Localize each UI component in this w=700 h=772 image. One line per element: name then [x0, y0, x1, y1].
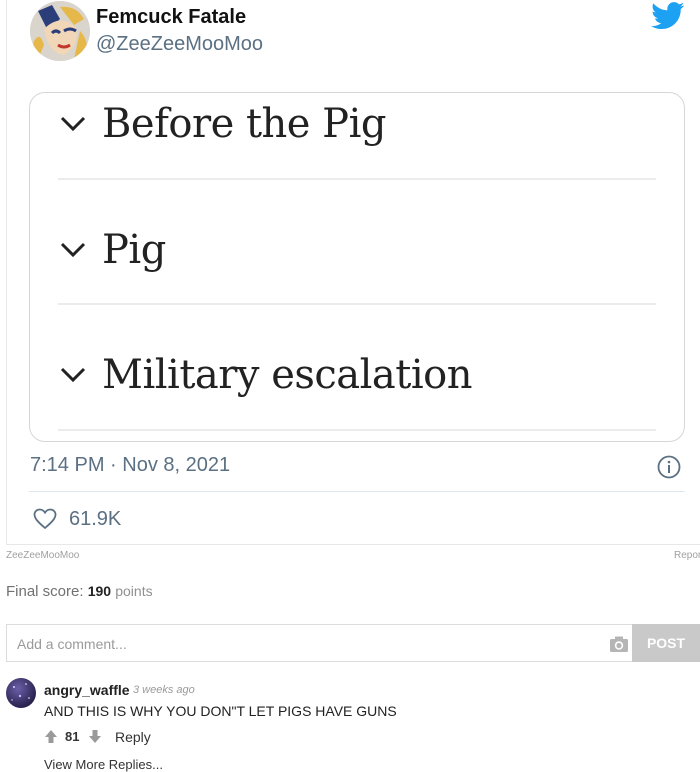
tweet-timestamp[interactable]: 7:14 PM · Nov 8, 2021	[30, 454, 230, 477]
info-icon[interactable]	[657, 455, 681, 479]
tweet-divider	[29, 491, 685, 492]
list-item-label: Pig	[102, 227, 166, 273]
tweet-embed: Femcuck Fatale @ZeeZeeMooMoo Before the …	[6, 0, 700, 545]
upvote-icon[interactable]	[44, 729, 58, 744]
list-item-label: Before the Pig	[102, 101, 387, 147]
comment-text: AND THIS IS WHY YOU DON"T LET PIGS HAVE …	[44, 703, 397, 719]
report-link[interactable]: Report	[674, 550, 700, 561]
comment-input[interactable]: Add a comment...	[6, 624, 632, 662]
heart-icon[interactable]	[33, 508, 57, 530]
list-item-label: Military escalation	[102, 352, 473, 398]
tweet-avatar[interactable]	[30, 1, 90, 61]
post-button[interactable]: POST	[632, 624, 700, 662]
expandable-list-card: Before the Pig Pig Military escalation	[29, 92, 685, 442]
tweet-handle[interactable]: @ZeeZeeMooMoo	[96, 33, 263, 56]
score-value: 190	[87, 583, 112, 599]
divider	[58, 303, 656, 305]
chevron-down-icon	[60, 367, 86, 383]
commenter-avatar[interactable]	[6, 678, 36, 708]
comment-time: 3 weeks ago	[133, 684, 195, 696]
reply-button[interactable]: Reply	[115, 729, 151, 745]
image-credit[interactable]: ZeeZeeMooMoo	[6, 550, 79, 561]
list-item-military-escalation[interactable]: Military escalation	[30, 344, 684, 414]
twitter-bird-icon[interactable]	[651, 2, 685, 30]
downvote-icon[interactable]	[88, 729, 102, 744]
score-label: Final score:	[6, 583, 84, 600]
like-count[interactable]: 61.9K	[69, 508, 121, 531]
final-score: Final score: 190 points	[6, 583, 153, 600]
chevron-down-icon	[60, 242, 86, 258]
score-unit: points	[115, 583, 153, 599]
tweet-display-name[interactable]: Femcuck Fatale	[96, 6, 246, 29]
divider	[58, 429, 656, 431]
divider	[58, 178, 656, 180]
vote-count: 81	[65, 729, 80, 744]
comment-username[interactable]: angry_waffle	[44, 682, 130, 698]
list-item-pig[interactable]: Pig	[30, 219, 684, 289]
view-more-replies-link[interactable]: View More Replies...	[44, 757, 163, 772]
list-item-before-the-pig[interactable]: Before the Pig	[30, 93, 684, 163]
camera-icon[interactable]	[609, 635, 629, 653]
chevron-down-icon	[60, 116, 86, 132]
comment-placeholder: Add a comment...	[17, 636, 127, 652]
